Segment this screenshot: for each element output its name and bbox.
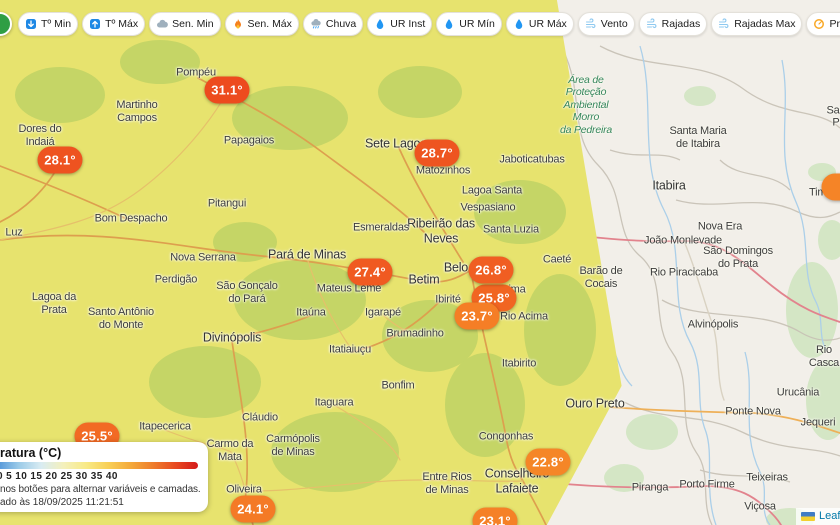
city-label: Luz: [5, 226, 23, 239]
city-label: Entre Rios de Minas: [422, 471, 472, 496]
temperature-marker[interactable]: 31.1°: [204, 76, 250, 104]
city-label: Papagaios: [223, 134, 275, 147]
city-label: Itabirito: [501, 357, 537, 370]
city-label: Itaguara: [314, 396, 354, 409]
city-label: Congonhas: [478, 430, 534, 443]
city-label: Nova Serrana: [170, 251, 236, 264]
city-label: Alvinópolis: [687, 318, 739, 331]
city-label: Rio Casca: [808, 344, 840, 369]
city-label: Perdigão: [154, 273, 198, 286]
city-label: São Gonçalo do Pará: [216, 280, 278, 305]
feels-min-button[interactable]: Sen. Min: [149, 12, 221, 36]
legend-panel: ratura (°C) 0 5 10 15 20 25 30 35 40 nos…: [0, 442, 208, 512]
city-label: Ibirité: [435, 293, 461, 306]
city-label: Ponte Nova: [725, 405, 781, 418]
feels-max-button[interactable]: Sen. Máx: [224, 12, 299, 36]
city-label: Jequeri: [800, 416, 836, 429]
humidity-min-button[interactable]: UR Mín: [436, 12, 502, 36]
city-label: Esmeraldas: [352, 221, 410, 234]
city-label: Viçosa: [744, 500, 776, 513]
wind-icon: [719, 18, 729, 29]
city-label: Pará de Minas: [268, 247, 346, 262]
leaflet-link[interactable]: Leaflet: [819, 510, 840, 522]
city-label: Carmo da Mata: [206, 438, 254, 463]
city-label: Betim: [408, 272, 440, 287]
city-label: P: [832, 116, 840, 129]
temperature-marker[interactable]: 22.8°: [525, 448, 571, 476]
map-attribution: Leaflet: [795, 508, 840, 525]
temp-max-icon: [90, 19, 101, 29]
city-label: Cláudio: [242, 411, 278, 424]
feels-like-min-icon: [157, 19, 168, 28]
city-label: Santa Maria de Itabira: [669, 125, 727, 150]
legend-title: ratura (°C): [0, 446, 62, 460]
temperature-marker[interactable]: 24.1°: [230, 495, 276, 523]
city-label: Porto Firme: [679, 478, 735, 491]
gusts-button[interactable]: Rajadas: [638, 12, 708, 36]
city-label: Urucânia: [776, 386, 820, 399]
wind-button[interactable]: Vento: [577, 12, 635, 36]
city-label: Lagoa Santa: [461, 184, 523, 197]
flame-icon: [234, 19, 241, 29]
city-label: Piranga: [631, 481, 669, 494]
city-label: Caeté: [542, 253, 572, 266]
city-label: Pitangui: [207, 197, 247, 210]
temperature-marker[interactable]: 28.7°: [414, 139, 460, 167]
city-label: Itapecerica: [139, 420, 191, 433]
temp-min-button[interactable]: Tº Min: [18, 12, 79, 36]
city-label: Nova Era: [697, 220, 743, 233]
temperature-marker[interactable]: 26.8°: [468, 256, 514, 284]
temperature-marker[interactable]: 23.7°: [454, 302, 500, 330]
pressure-icon: [814, 19, 825, 29]
city-label: Divinópolis: [202, 330, 262, 345]
city-label: Ribeirão das Neves: [407, 216, 475, 245]
legend-updated-text: ado às 18/09/2025 11:21:51: [0, 497, 124, 508]
city-label: Bom Despacho: [94, 212, 168, 225]
city-label: Igarapé: [365, 306, 401, 319]
city-label: Jaboticatubas: [499, 153, 565, 166]
legend-scale-labels: 0 5 10 15 20 25 30 35 40: [0, 471, 118, 482]
temp-min-icon: [26, 19, 36, 29]
humidity-drop-icon: [377, 19, 384, 29]
city-label: Vespasiano: [460, 201, 516, 214]
humidity-drop-icon: [446, 19, 453, 29]
temp-max-button[interactable]: Tº Máx: [82, 12, 146, 36]
humidity-drop-icon: [515, 19, 523, 29]
temperature-marker[interactable]: 27.4°: [347, 258, 393, 286]
city-label: Área de Proteção Ambiental Morro da Pedr…: [559, 74, 613, 136]
city-label: Martinho Campos: [116, 99, 158, 124]
city-label: Rio Acima: [500, 310, 548, 323]
city-label: Carmópolis de Minas: [266, 433, 320, 458]
city-label: Itaúna: [296, 306, 326, 319]
city-label: Rio Piracicaba: [649, 266, 719, 279]
rain-cloud-icon: [311, 19, 321, 29]
city-label: Santo Antônio do Monte: [88, 306, 154, 331]
wind-icon: [585, 18, 596, 29]
humidity-max-button[interactable]: UR Máx: [505, 12, 574, 36]
gusts-max-button[interactable]: Rajadas Max: [711, 12, 803, 36]
pressure-button[interactable]: Pre: [806, 12, 840, 36]
wind-icon: [646, 18, 657, 29]
city-label: Itatiaiuçu: [328, 343, 372, 356]
city-label: Lagoa da Prata: [31, 291, 77, 316]
ukraine-flag-icon: [800, 511, 815, 521]
city-label: Brumadinho: [386, 327, 444, 340]
city-label: Dores do Indaiá: [18, 123, 62, 148]
legend-gradient-bar: [0, 462, 198, 469]
toolbar: Tº Min Tº Máx Sen. Min Sen. Máx Chuva UR…: [18, 12, 840, 36]
city-label: Barão de Cocais: [579, 265, 623, 290]
weather-map-app: Pompéu Martinho Campos Dores do Indaiá P…: [0, 0, 840, 525]
city-label: Teixeiras: [746, 471, 788, 484]
temperature-marker[interactable]: 28.1°: [37, 146, 83, 174]
humidity-inst-button[interactable]: UR Inst: [367, 12, 433, 36]
city-label: Santa Luzia: [483, 223, 539, 236]
legend-hint-text: nos botões para alternar variáveis e cam…: [0, 484, 201, 495]
rain-button[interactable]: Chuva: [302, 12, 364, 36]
temperature-marker[interactable]: 23.1°: [472, 507, 518, 525]
city-label: Itabira: [652, 178, 686, 193]
city-label: Bonfim: [381, 379, 415, 392]
city-label: Ouro Preto: [565, 396, 625, 411]
